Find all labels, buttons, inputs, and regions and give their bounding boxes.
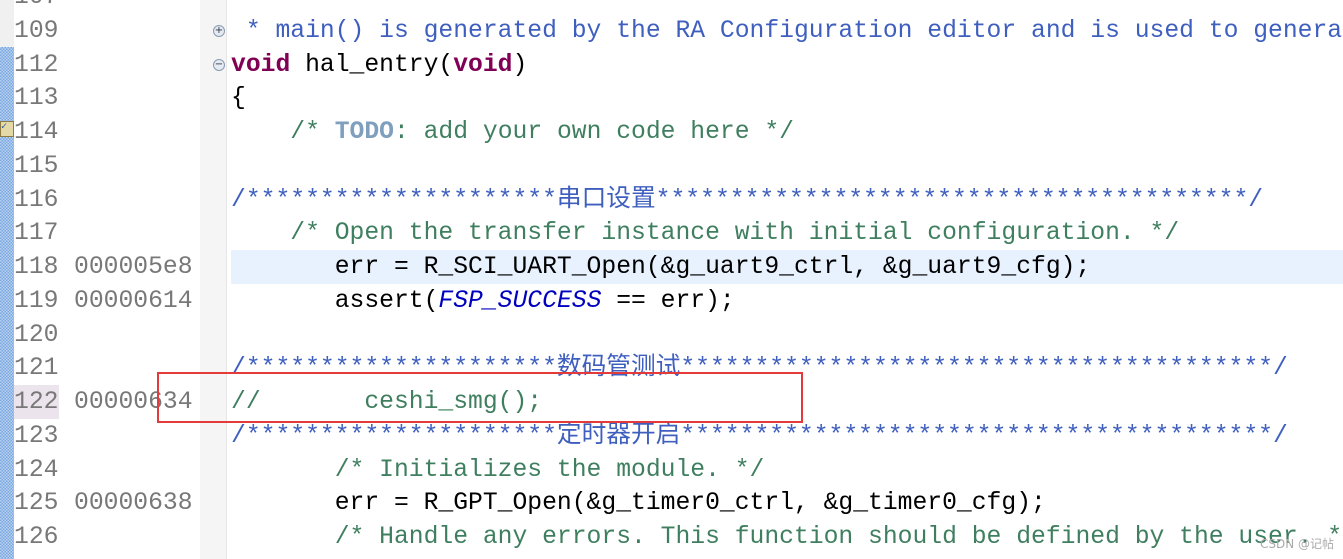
code-token: ): [512, 50, 528, 79]
code-text: {: [231, 81, 246, 115]
code-line[interactable]: 120: [0, 318, 1343, 352]
line-number: 116: [14, 185, 59, 214]
code-line[interactable]: 124 /* Initializes the module. */: [0, 453, 1343, 487]
line-number: 115: [14, 151, 59, 180]
line-number: 117: [14, 219, 59, 248]
code-token: /* Initializes the module. */: [231, 455, 765, 484]
code-text: /*********************串口设置**************…: [231, 183, 1263, 217]
code-line[interactable]: 126 /* Handle any errors. This function …: [0, 520, 1343, 554]
line-number: 122: [14, 388, 59, 416]
code-line[interactable]: 118 000005e8 err = R_SCI_UART_Open(&g_uar…: [0, 250, 1343, 284]
code-text: /* Handle any errors. This function shou…: [231, 520, 1343, 554]
line-number: 113: [14, 84, 59, 113]
instruction-address: 00000614: [74, 286, 193, 315]
code-text: /* Initializes the module. */: [231, 453, 765, 487]
annotation-box: [157, 372, 803, 423]
line-number: 123: [14, 421, 59, 450]
code-line[interactable]: 117 /* Open the transfer instance with i…: [0, 216, 1343, 250]
code-text: * main() is generated by the RA Configur…: [231, 14, 1342, 48]
code-token: void: [231, 50, 291, 79]
code-token: == err);: [601, 286, 735, 315]
instruction-address: 000005e8: [74, 253, 193, 281]
code-line[interactable]: 125 00000638 err = R_GPT_Open(&g_timer0_c…: [0, 486, 1343, 520]
code-line[interactable]: 113 {: [0, 81, 1343, 115]
code-line[interactable]: 109 + * main() is generated by the RA Con…: [0, 14, 1343, 48]
code-text: err = R_GPT_Open(&g_timer0_ctrl, &g_time…: [231, 486, 1046, 520]
line-number: 121: [14, 354, 59, 383]
code-text: void hal_entry(void): [231, 48, 527, 82]
code-line[interactable]: 115: [0, 149, 1343, 183]
fold-collapse-icon[interactable]: −: [213, 58, 225, 71]
code-text: err = R_SCI_UART_Open(&g_uart9_ctrl, &g_…: [231, 250, 1091, 284]
code-line[interactable]: 116 /*********************串口设置***********…: [0, 183, 1343, 217]
code-text: assert(FSP_SUCCESS == err);: [231, 284, 735, 318]
code-token: {: [231, 84, 246, 113]
line-number: 114: [14, 118, 59, 146]
code-line[interactable]: 119 00000614 assert(FSP_SUCCESS == err);: [0, 284, 1343, 318]
line-number: 125: [14, 489, 59, 518]
line-number: 107: [14, 0, 58, 14]
code-token: err = R_SCI_UART_Open(&g_uart9_ctrl, &g_…: [231, 253, 1091, 281]
code-token: TODO: [334, 118, 394, 146]
watermark: CSDN @记帖: [1260, 537, 1335, 551]
code-token: assert(: [231, 286, 439, 315]
code-text: /* Open the transfer instance with initi…: [231, 216, 1179, 250]
line-number: 126: [14, 523, 59, 551]
line-number: 119: [14, 286, 59, 315]
code-token: FSP_SUCCESS: [438, 286, 602, 315]
code-token: hal_entry(: [290, 50, 454, 79]
line-number: 109: [14, 16, 59, 45]
code-token: /*: [231, 118, 335, 146]
code-token: /* Open the transfer instance with initi…: [231, 219, 1180, 248]
code-token: void: [453, 50, 513, 79]
code-token: err = R_GPT_Open(&g_timer0_ctrl, &g_time…: [231, 489, 1046, 518]
fold-expand-icon[interactable]: +: [213, 24, 225, 37]
code-token: /*********************串口设置**************…: [231, 185, 1264, 214]
code-token: /*********************定时器开启*************…: [231, 421, 1288, 450]
code-line[interactable]: 114 /* TODO: add your own code here */: [0, 115, 1343, 149]
code-token: * main() is generated by the RA Configur…: [231, 16, 1343, 45]
code-line[interactable]: 123 /*********************定时器开启**********…: [0, 419, 1343, 453]
line-number: 118: [14, 253, 59, 281]
line-number: 124: [14, 455, 59, 484]
line-number: 120: [14, 320, 59, 349]
code-line[interactable]: 112− void hal_entry(void): [0, 48, 1343, 82]
line-number: 112: [14, 50, 59, 79]
code-text: /*********************定时器开启*************…: [231, 419, 1288, 453]
code-line[interactable]: 107: [0, 0, 1343, 14]
instruction-address: 00000638: [74, 489, 193, 518]
code-token: /* Handle any errors. This function shou…: [231, 523, 1343, 551]
code-text: /* TODO: add your own code here */: [231, 115, 794, 149]
code-token: : add your own code here */: [393, 118, 794, 146]
